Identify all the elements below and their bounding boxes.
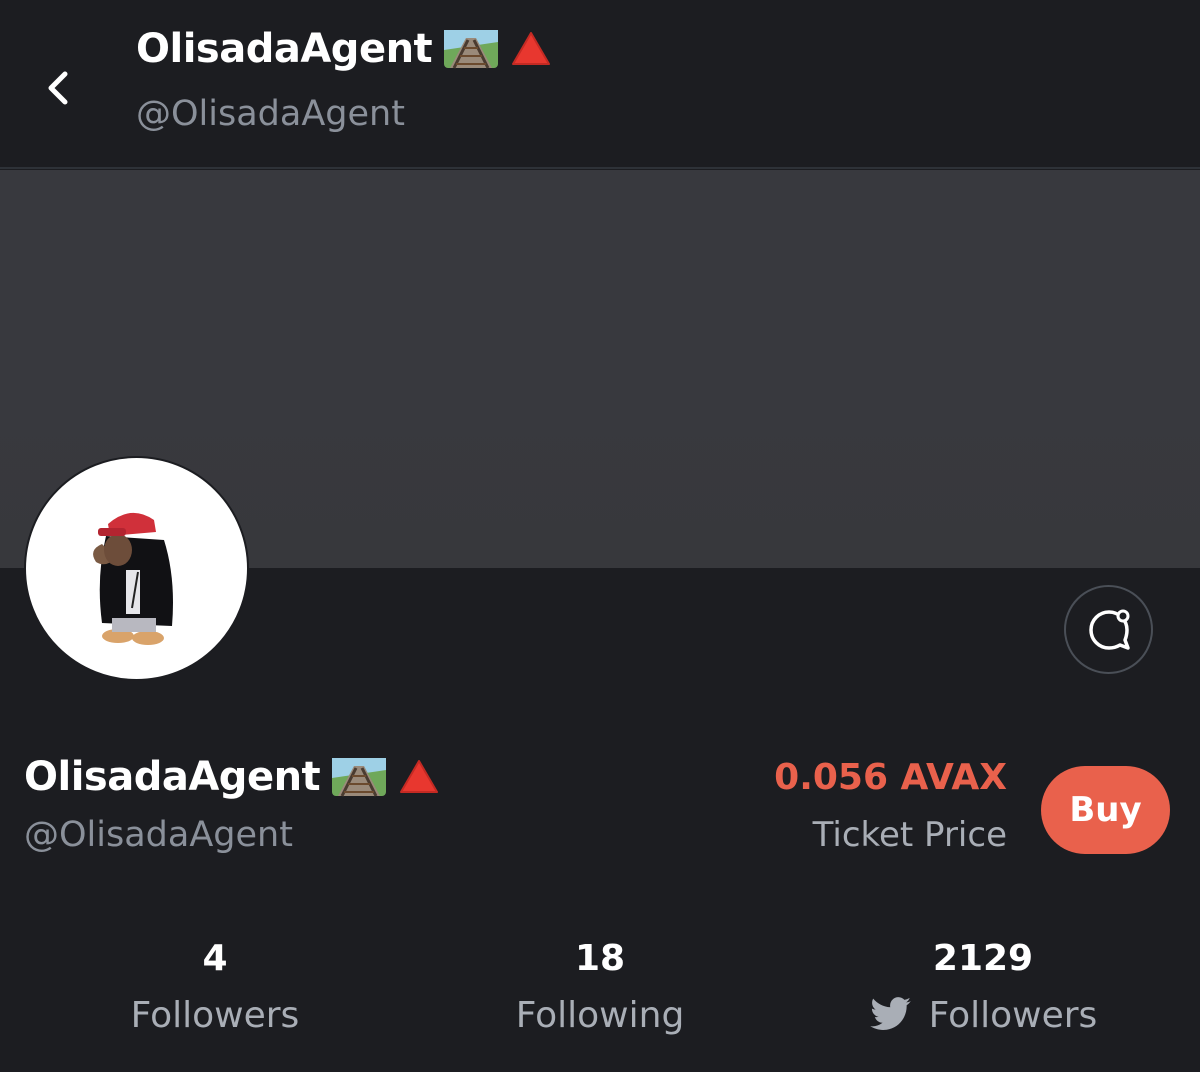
- stat-label-row: Followers: [65, 993, 365, 1037]
- railway-track-icon: [332, 758, 387, 797]
- stat-label-row: Followers: [833, 993, 1133, 1037]
- header-handle: @OlisadaAgent: [136, 94, 405, 134]
- followers-label: Followers: [130, 994, 300, 1036]
- chevron-left-icon: [48, 71, 68, 105]
- red-triangle-icon: [400, 760, 439, 793]
- following-label: Following: [515, 994, 685, 1036]
- twitter-followers-count: 2129: [932, 938, 1034, 979]
- back-button[interactable]: [34, 60, 80, 116]
- avatar[interactable]: [24, 456, 249, 681]
- railway-track-icon: [444, 30, 499, 69]
- profile-handle: @OlisadaAgent: [24, 815, 293, 855]
- header-name: OlisadaAgent: [136, 26, 433, 72]
- profile-name-row: OlisadaAgent: [24, 754, 440, 800]
- followers-stat[interactable]: 4 Followers: [65, 935, 365, 1037]
- header-title: OlisadaAgent: [136, 26, 552, 72]
- chat-bubble-icon: [1088, 609, 1130, 650]
- following-count: 18: [574, 938, 626, 979]
- followers-count: 4: [202, 938, 228, 979]
- ticket-price-value: 0.056 AVAX: [774, 757, 1007, 798]
- profile-name: OlisadaAgent: [24, 754, 321, 800]
- stat-label-row: Following: [450, 993, 750, 1037]
- ticket-price-label: Ticket Price: [812, 815, 1007, 855]
- twitter-followers-stat[interactable]: 2129 Followers: [833, 935, 1133, 1037]
- profile-page: OlisadaAgent @OlisadaAgent OlisadaAgent …: [0, 0, 1200, 1072]
- twitter-bird-icon: [869, 997, 911, 1030]
- buy-button[interactable]: Buy: [1041, 766, 1170, 854]
- top-bar: OlisadaAgent @OlisadaAgent: [0, 0, 1200, 169]
- penguin-avatar-icon: [93, 512, 173, 645]
- red-triangle-icon: [512, 32, 551, 65]
- twitter-followers-label: Followers: [928, 994, 1098, 1036]
- message-button[interactable]: [1064, 585, 1153, 674]
- following-stat[interactable]: 18 Following: [450, 935, 750, 1037]
